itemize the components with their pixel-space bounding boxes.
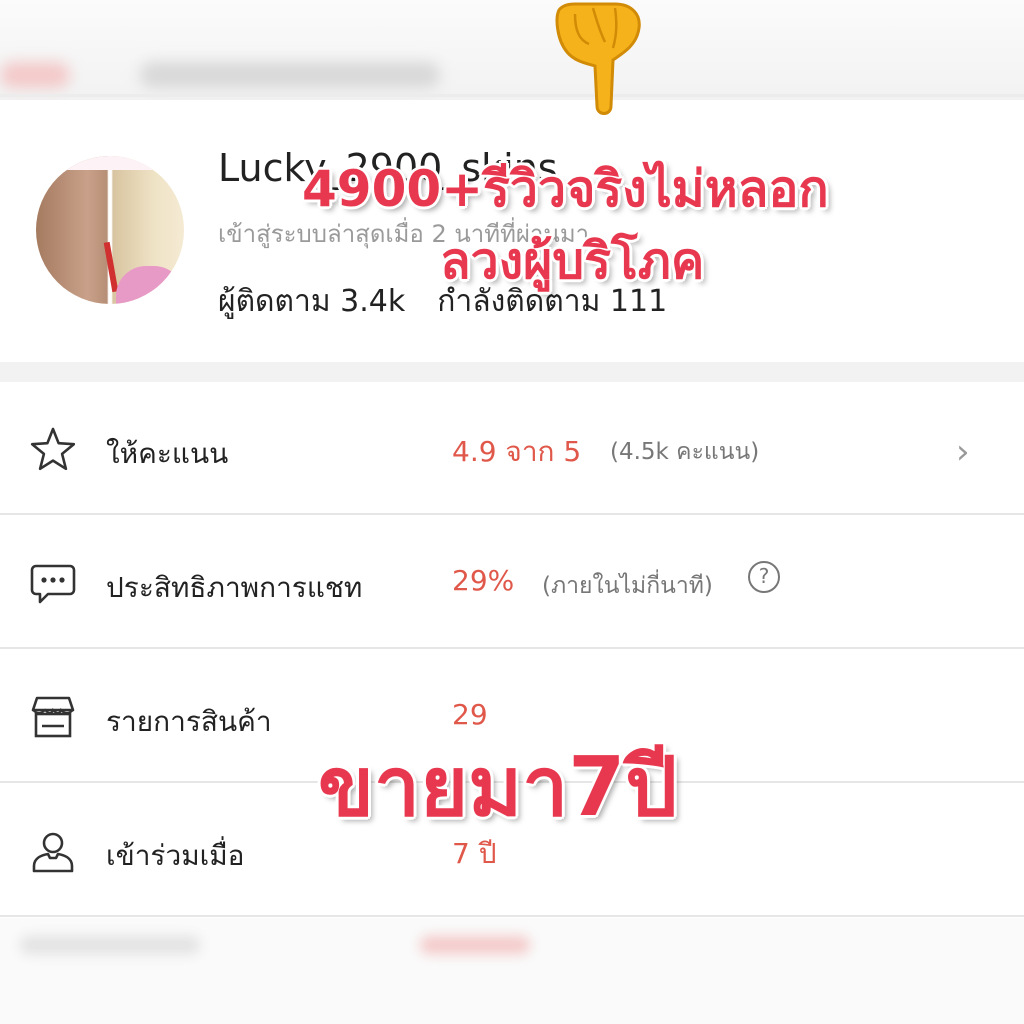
blurred-element xyxy=(140,62,440,88)
overlay-headline: 4900+รีวิวจริงไม่หลอก xyxy=(302,160,829,218)
avatar-detail xyxy=(116,266,184,304)
star-icon xyxy=(30,427,76,471)
bottom-blur-area xyxy=(0,918,1024,1024)
question-icon[interactable]: ? xyxy=(748,561,780,593)
rating-value: 4.9 จาก 5 xyxy=(452,435,582,468)
rating-label: ให้คะแนน xyxy=(106,437,229,470)
products-label: รายการสินค้า xyxy=(106,705,272,738)
divider xyxy=(0,94,1024,97)
section-divider xyxy=(0,362,1024,382)
chat-performance-label: ประสิทธิภาพการแชท xyxy=(106,571,363,604)
joined-label: เข้าร่วมเมื่อ xyxy=(106,839,245,872)
chat-performance-value: 29% xyxy=(452,564,515,597)
user-icon xyxy=(32,832,74,873)
blurred-element xyxy=(0,62,70,88)
overlay-years: ขายมา7ปี xyxy=(318,740,678,835)
blurred-element xyxy=(20,936,200,954)
blurred-element xyxy=(420,936,530,954)
chat-response-time: (ภายในไม่กี่นาที) xyxy=(542,573,713,599)
chat-performance-row: ประสิทธิภาพการแชท 29% (ภายในไม่กี่นาที) xyxy=(0,516,1024,649)
shop-profile-screen: Lucky_2900_skins เข้าสู่ระบบล่าสุดเมื่อ … xyxy=(0,0,1024,1024)
followers-count[interactable]: ผู้ติดตาม 3.4k xyxy=(218,278,405,325)
store-icon xyxy=(31,696,75,738)
avatar-detail xyxy=(103,241,119,293)
avatar[interactable] xyxy=(36,156,184,304)
chevron-right-icon[interactable]: › xyxy=(956,432,970,472)
pointing-down-hand-icon xyxy=(555,2,641,115)
overlay-subheadline: ลวงผู้บริโภค xyxy=(440,232,705,290)
rating-count: (4.5k คะแนน) xyxy=(610,439,760,465)
rating-row[interactable]: ให้คะแนน 4.9 จาก 5 (4.5k คะแนน) › xyxy=(0,382,1024,515)
top-strip xyxy=(0,0,1024,100)
avatar-caption-strip xyxy=(36,156,184,170)
chat-icon xyxy=(30,564,76,604)
